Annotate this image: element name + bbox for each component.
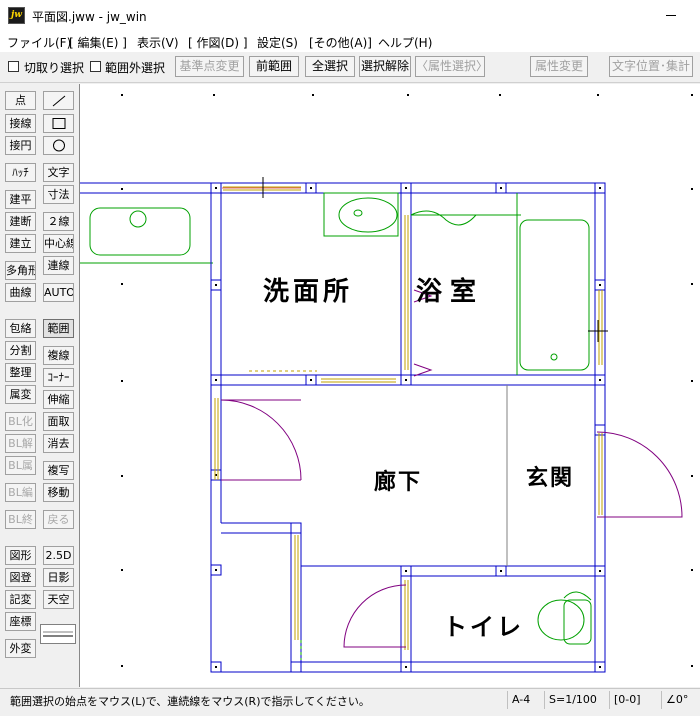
tool-symbol-change[interactable]: 記変	[5, 590, 36, 609]
tool-undo[interactable]: 戻る	[43, 510, 74, 529]
tool-stretch[interactable]: 伸縮	[43, 390, 74, 409]
deselect-button[interactable]: 選択解除	[359, 56, 411, 77]
room-label-washroom: 洗面所	[263, 277, 354, 307]
window-title: 平面図.jww - jw_win	[32, 10, 147, 24]
status-bar: 範囲選択の始点をマウス(L)で、連続線をマウス(R)で指示してください。 A-4…	[0, 688, 700, 716]
tool-figure-register[interactable]: 図登	[5, 568, 36, 587]
tool-plan[interactable]: 建平	[5, 190, 36, 209]
menu-edit[interactable]: [ 編集(E) ]	[69, 34, 127, 51]
tool-block-end[interactable]: BL終	[5, 510, 36, 529]
outside-select-checkbox[interactable]	[90, 61, 101, 72]
tool-circle[interactable]	[43, 136, 74, 155]
tool-section[interactable]: 建断	[5, 212, 36, 231]
tool-copy[interactable]: 複写	[43, 461, 74, 480]
toolbar: 切取り選択 範囲外選択 基準点変更 前範囲 全選択 選択解除 〈属性選択〉 属性…	[0, 52, 700, 83]
circle-icon	[52, 139, 65, 152]
tool-dimension[interactable]: 寸法	[43, 185, 74, 204]
tool-envelope[interactable]: 包絡	[5, 319, 36, 338]
tool-offset-line[interactable]: 複線	[43, 346, 74, 365]
line-style-icon	[43, 631, 73, 637]
menu-bar: ファイル(F) [ 編集(E) ] 表示(V) [ 作図(D) ] 設定(S) …	[0, 30, 700, 52]
tool-arrange[interactable]: 整理	[5, 363, 36, 382]
floor-plan	[80, 94, 693, 673]
tool-sun-shadow[interactable]: 日影	[43, 568, 74, 587]
tool-block-create[interactable]: BL化	[5, 412, 36, 431]
prev-range-button[interactable]: 前範囲	[249, 56, 299, 77]
status-scale[interactable]: S=1/100	[544, 691, 609, 709]
tool-corner[interactable]: ｺｰﾅｰ	[43, 368, 74, 387]
tool-line[interactable]	[43, 91, 74, 110]
room-label-hallway: 廊下	[374, 470, 423, 495]
status-angle[interactable]: ∠0°	[661, 691, 700, 709]
tool-palette: 点 接線 接円 ﾊｯﾁ 建平 建断 建立 多角形 曲線 包絡 分割 整理 属変 …	[0, 83, 78, 686]
tool-tangent-line[interactable]: 接線	[5, 114, 36, 133]
tool-attr-change[interactable]: 属変	[5, 385, 36, 404]
tool-move[interactable]: 移動	[43, 483, 74, 502]
menu-file[interactable]: ファイル(F)	[7, 34, 71, 51]
tool-elevation[interactable]: 建立	[5, 234, 36, 253]
tool-center-line[interactable]: 中心線	[43, 234, 74, 253]
tool-auto[interactable]: AUTO	[43, 283, 74, 302]
tool-point[interactable]: 点	[5, 91, 36, 110]
drawing-canvas[interactable]: 洗面所 浴室 廊下 玄関 トイレ	[79, 84, 700, 687]
tool-block-edit[interactable]: BL編	[5, 483, 36, 502]
minimize-button[interactable]	[656, 0, 686, 30]
tool-erase[interactable]: 消去	[43, 434, 74, 453]
tool-block-release[interactable]: BL解	[5, 434, 36, 453]
line-style-selector[interactable]	[40, 624, 76, 644]
room-label-bathroom: 浴室	[416, 277, 485, 307]
tool-block-attr[interactable]: BL属	[5, 456, 36, 475]
title-bar: jw 平面図.jww - jw_win	[0, 0, 700, 30]
tool-sky-factor[interactable]: 天空	[43, 590, 74, 609]
tool-divide[interactable]: 分割	[5, 341, 36, 360]
tool-tangent-circle[interactable]: 接円	[5, 136, 36, 155]
room-label-entrance: 玄関	[526, 466, 575, 491]
tool-2-5d[interactable]: 2.5D	[43, 546, 74, 565]
select-all-button[interactable]: 全選択	[305, 56, 355, 77]
tool-curve[interactable]: 曲線	[5, 283, 36, 302]
tool-hatch[interactable]: ﾊｯﾁ	[5, 163, 36, 182]
base-point-button[interactable]: 基準点変更	[175, 56, 244, 77]
tool-chamfer[interactable]: 面取	[43, 412, 74, 431]
tool-continuous-line[interactable]: 連線	[43, 256, 74, 275]
tool-figure[interactable]: 図形	[5, 546, 36, 565]
cut-select-label: 切取り選択	[24, 61, 85, 75]
tool-coordinates[interactable]: 座標	[5, 612, 36, 631]
room-label-toilet: トイレ	[443, 613, 524, 641]
menu-draw[interactable]: [ 作図(D) ]	[188, 34, 248, 51]
attr-select-button[interactable]: 〈属性選択〉	[415, 56, 485, 77]
tool-text[interactable]: 文字	[43, 163, 74, 182]
window-openings	[214, 186, 603, 650]
rectangle-icon	[52, 118, 65, 129]
tool-polygon[interactable]: 多角形	[5, 261, 36, 280]
tool-double-line[interactable]: ２線	[43, 212, 74, 231]
outside-select-label: 範囲外選択	[105, 61, 166, 75]
menu-help[interactable]: ヘルプ(H)	[378, 34, 432, 51]
line-icon	[52, 95, 65, 107]
status-layer[interactable]: [0-0]	[609, 691, 662, 709]
tool-rectangle[interactable]	[43, 114, 74, 133]
menu-view[interactable]: 表示(V)	[137, 34, 179, 51]
jw-app-icon: jw	[8, 7, 25, 24]
cut-select-checkbox[interactable]	[8, 61, 19, 72]
doors	[220, 289, 683, 648]
menu-settings[interactable]: 設定(S)	[257, 34, 298, 51]
text-position-button[interactable]: 文字位置･集計	[609, 56, 693, 77]
status-message: 範囲選択の始点をマウス(L)で、連続線をマウス(R)で指示してください。	[10, 695, 370, 708]
attr-change-button[interactable]: 属性変更	[530, 56, 588, 77]
tool-range[interactable]: 範囲	[43, 319, 74, 338]
menu-other[interactable]: [その他(A)]	[309, 34, 372, 51]
tool-external-change[interactable]: 外変	[5, 639, 36, 658]
